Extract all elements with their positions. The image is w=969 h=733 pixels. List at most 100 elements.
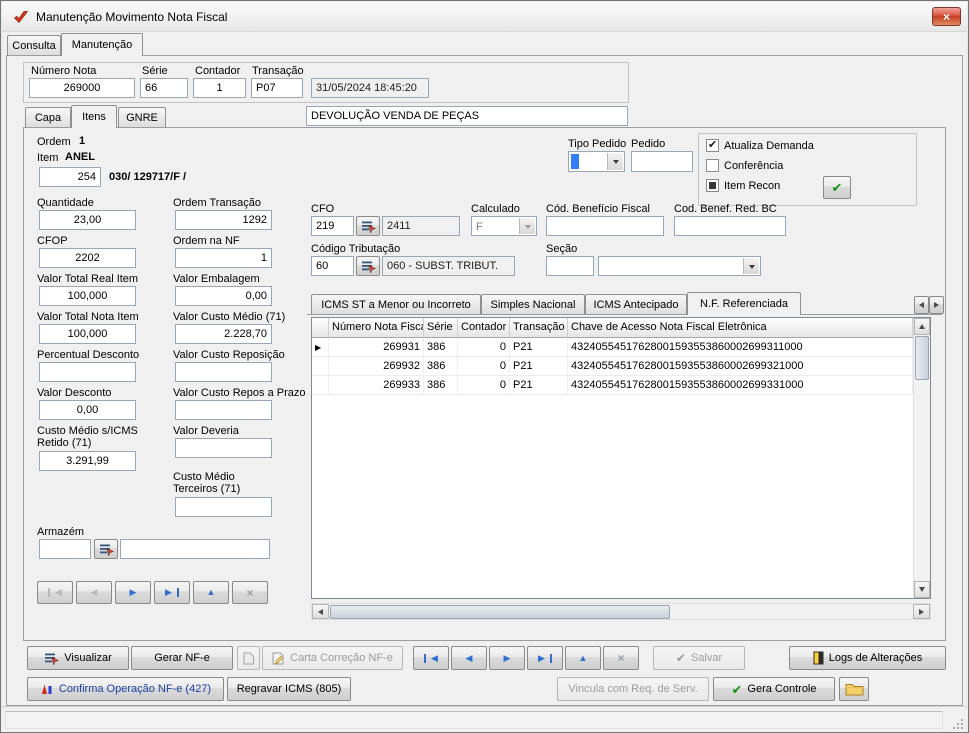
item-nav-first-button[interactable]: ◀ bbox=[37, 581, 73, 604]
tab-scroll-left-button[interactable] bbox=[914, 296, 929, 314]
salvar-button[interactable]: ✔Salvar bbox=[653, 646, 745, 670]
secao-select[interactable] bbox=[598, 256, 761, 276]
valor-deveria-field[interactable] bbox=[175, 438, 272, 458]
valor-desconto-field[interactable]: 0,00 bbox=[39, 400, 136, 420]
conferencia-checkbox[interactable]: Conferência bbox=[706, 159, 783, 172]
armazem-codigo-field[interactable] bbox=[39, 539, 91, 559]
nota-nav-first-button[interactable]: ◀ bbox=[413, 646, 449, 670]
ordem-transacao-field[interactable]: 1292 bbox=[175, 210, 272, 230]
grid-row[interactable]: 269933 386 0 P21 43240554517628001593553… bbox=[312, 376, 913, 395]
quantidade-field[interactable]: 23,00 bbox=[39, 210, 136, 230]
ordem-na-nf-field[interactable]: 1 bbox=[175, 248, 272, 268]
contador-field[interactable]: 1 bbox=[193, 78, 246, 98]
grid-row[interactable]: 269932 386 0 P21 43240554517628001593553… bbox=[312, 357, 913, 376]
scroll-right-button[interactable] bbox=[913, 604, 930, 619]
arrow-right-icon bbox=[919, 609, 927, 615]
tab-icms-st-menor[interactable]: ICMS ST a Menor ou Incorreto bbox=[311, 294, 481, 314]
valor-total-nota-field[interactable]: 100,000 bbox=[39, 324, 136, 344]
valor-custo-reposicao-field[interactable] bbox=[175, 362, 272, 382]
scroll-left-button[interactable] bbox=[312, 604, 329, 619]
cod-beneficio-fiscal-field[interactable] bbox=[546, 216, 664, 236]
item-recon-checkbox[interactable]: Item Recon bbox=[706, 179, 780, 192]
item-nav-edit-button[interactable]: ▲ bbox=[193, 581, 229, 604]
cell-numero: 269933 bbox=[329, 376, 424, 395]
tab-scroll-right-button[interactable] bbox=[929, 296, 944, 314]
codigo-tributacao-lookup-button[interactable] bbox=[356, 256, 380, 276]
custo-medio-sicms-field[interactable]: 3.291,99 bbox=[39, 451, 136, 471]
scroll-up-button[interactable] bbox=[914, 318, 930, 335]
grid-vertical-scrollbar[interactable] bbox=[913, 318, 930, 598]
item-nav-cancel-button[interactable]: × bbox=[232, 581, 268, 604]
descricao-nota-field[interactable]: DEVOLUÇÃO VENDA DE PEÇAS bbox=[306, 106, 628, 126]
secao-codigo-field[interactable] bbox=[546, 256, 594, 276]
visualizar-button[interactable]: Visualizar bbox=[27, 646, 129, 670]
nota-nav-next-button[interactable]: ▶ bbox=[489, 646, 525, 670]
cfo-field[interactable]: 219 bbox=[311, 216, 354, 236]
nfe-aux-button[interactable] bbox=[237, 646, 260, 670]
nota-nav-edit-button[interactable]: ▲ bbox=[565, 646, 601, 670]
grid-col-numero-nota[interactable]: Número Nota Fiscal bbox=[329, 318, 424, 338]
gera-controle-button[interactable]: ✔Gera Controle bbox=[713, 677, 835, 701]
logs-alteracoes-button[interactable]: Logs de Alterações bbox=[789, 646, 946, 670]
horizontal-scroll-thumb[interactable] bbox=[330, 605, 670, 619]
calculado-select[interactable]: F bbox=[471, 216, 537, 236]
cfop-field[interactable]: 2202 bbox=[39, 248, 136, 268]
nota-nav-last-button[interactable]: ▶ bbox=[527, 646, 563, 670]
valor-custo-repos-prazo-field[interactable] bbox=[175, 400, 272, 420]
grid-col-contador[interactable]: Contador bbox=[458, 318, 510, 338]
document-icon bbox=[243, 652, 255, 665]
subtab-gnre[interactable]: GNRE bbox=[118, 107, 166, 127]
tab-simples-nacional[interactable]: Simples Nacional bbox=[481, 294, 585, 314]
cod-benef-red-bc-field[interactable] bbox=[674, 216, 786, 236]
serie-field[interactable]: 66 bbox=[140, 78, 188, 98]
pedido-field[interactable] bbox=[631, 151, 693, 172]
armazem-descricao-field[interactable] bbox=[120, 539, 270, 559]
tab-simples-nacional-label: Simples Nacional bbox=[491, 299, 576, 311]
grid-horizontal-scrollbar[interactable] bbox=[311, 603, 931, 620]
transacao-field[interactable]: P07 bbox=[251, 78, 303, 98]
tab-nf-referenciada[interactable]: N.F. Referenciada bbox=[687, 292, 801, 315]
item-recon-confirm-button[interactable]: ✔ bbox=[823, 176, 851, 199]
confirma-operacao-nfe-button[interactable]: Confirma Operação NF-e (427) bbox=[27, 677, 224, 701]
grid-col-transacao[interactable]: Transação bbox=[510, 318, 568, 338]
nf-referenciada-grid[interactable]: Número Nota Fiscal Série Contador Transa… bbox=[311, 317, 931, 599]
item-nav-last-button[interactable]: ▶ bbox=[154, 581, 190, 604]
numero-nota-field[interactable]: 269000 bbox=[29, 78, 135, 98]
cfo-lookup-button[interactable] bbox=[356, 216, 380, 236]
valor-embalagem-field[interactable]: 0,00 bbox=[175, 286, 272, 306]
grid-row[interactable]: ▶ 269931 386 0 P21 432405545176280015935… bbox=[312, 338, 913, 357]
subtab-itens[interactable]: Itens bbox=[71, 105, 117, 128]
app-window: Manutenção Movimento Nota Fiscal × Consu… bbox=[0, 0, 969, 733]
atualiza-demanda-checkbox[interactable]: Atualiza Demanda bbox=[706, 139, 814, 152]
scroll-down-button[interactable] bbox=[914, 581, 930, 598]
tab-manutencao[interactable]: Manutenção bbox=[61, 33, 143, 56]
nota-nav-prev-button[interactable]: ◀ bbox=[451, 646, 487, 670]
abrir-pasta-button[interactable] bbox=[839, 677, 869, 701]
vincula-req-serv-button[interactable]: Vincula com Req. de Serv. bbox=[557, 677, 709, 701]
grid-col-chave[interactable]: Chave de Acesso Nota Fiscal Eletrônica bbox=[568, 318, 913, 338]
percentual-desconto-field[interactable] bbox=[39, 362, 136, 382]
nota-nav-cancel-button[interactable]: × bbox=[603, 646, 639, 670]
close-button[interactable]: × bbox=[932, 7, 961, 26]
valor-total-real-field[interactable]: 100,000 bbox=[39, 286, 136, 306]
tab-consulta[interactable]: Consulta bbox=[7, 35, 61, 55]
codigo-tributacao-field[interactable]: 60 bbox=[311, 256, 354, 276]
item-nav-next-button[interactable]: ▶ bbox=[115, 581, 151, 604]
grid-col-serie[interactable]: Série bbox=[424, 318, 458, 338]
item-nav-prev-button[interactable]: ◀ bbox=[76, 581, 112, 604]
subtab-capa[interactable]: Capa bbox=[25, 107, 71, 127]
valor-total-real-label: Valor Total Real Item bbox=[37, 273, 138, 285]
logs-icon bbox=[813, 651, 824, 665]
cell-contador: 0 bbox=[458, 338, 510, 357]
custo-medio-terceiros-field[interactable] bbox=[175, 497, 272, 517]
gerar-nfe-button[interactable]: Gerar NF-e bbox=[131, 646, 233, 670]
tipo-pedido-select[interactable] bbox=[568, 151, 625, 172]
tab-icms-antecipado[interactable]: ICMS Antecipado bbox=[585, 294, 687, 314]
resize-grip-icon[interactable] bbox=[952, 718, 964, 730]
armazem-lookup-button[interactable] bbox=[94, 539, 118, 559]
valor-custo-medio-field[interactable]: 2.228,70 bbox=[175, 324, 272, 344]
regravar-icms-button[interactable]: Regravar ICMS (805) bbox=[227, 677, 351, 701]
vertical-scroll-thumb[interactable] bbox=[915, 336, 929, 380]
item-codigo-field[interactable]: 254 bbox=[39, 167, 101, 187]
carta-correcao-button[interactable]: Carta Correção NF-e bbox=[262, 646, 403, 670]
